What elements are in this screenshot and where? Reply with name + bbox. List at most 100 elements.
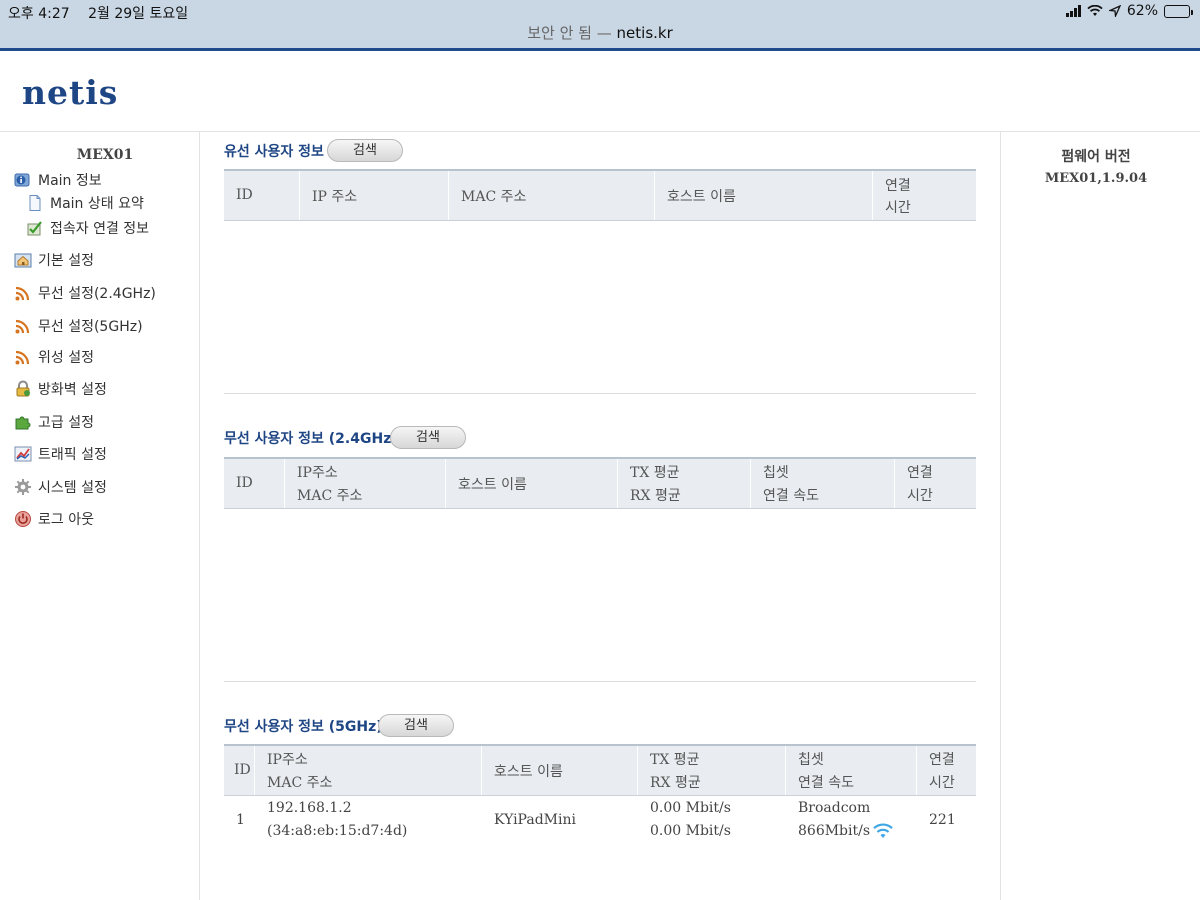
col-ip-mac: IP주소 MAC 주소 [285, 459, 446, 508]
wired-section-title: 유선 사용자 정보 [224, 144, 324, 160]
sidebar-item-label: 시스템 설정 [38, 480, 107, 496]
col-time: 연결 시간 [873, 171, 976, 220]
col-label: RX 평균 [630, 488, 681, 504]
sidebar-item-label: 방화벽 설정 [38, 382, 107, 398]
col-label: 시간 [929, 775, 955, 791]
col-label: TX 평균 [650, 752, 700, 768]
wireless24-table: ID IP주소 MAC 주소 호스트 이름 TX 평균 RX 평균 칩셋 연결 … [224, 457, 976, 509]
wireless24-section-title: 무선 사용자 정보 (2.4GHz) [224, 431, 398, 447]
sidebar-item-label: 고급 설정 [38, 415, 94, 431]
power-icon [14, 510, 32, 528]
sidebar-item-label: Main 정보 [38, 173, 102, 189]
sidebar-item-traffic[interactable]: 트래픽 설정 [14, 444, 107, 464]
sidebar-item-basic-settings[interactable]: 기본 설정 [14, 250, 94, 270]
col-label: 연결 속도 [798, 775, 854, 791]
sidebar: MEX01 Main 정보 Main 상태 요약 접속자 연결 정보 기본 설정… [0, 132, 200, 900]
address-bar[interactable]: 보안 안 됨 — netis.kr [0, 22, 1200, 43]
section-divider [224, 393, 976, 394]
status-date: 2월 29일 토요일 [88, 6, 189, 22]
sidebar-item-wireless-24[interactable]: 무선 설정(2.4GHz) [14, 283, 156, 303]
wireless5-section-title: 무선 사용자 정보 (5GHz) [224, 719, 383, 735]
cell-speed: 866Mbit/s [798, 823, 894, 839]
col-label: 시간 [885, 200, 911, 216]
sidebar-item-label: 로그 아웃 [38, 512, 94, 528]
cell-time: 221 [929, 812, 956, 828]
speed-value: 866Mbit/s [798, 823, 871, 839]
sidebar-item-satellite[interactable]: 위성 설정 [14, 347, 94, 367]
col-label: 연결 [885, 178, 911, 194]
netis-logo[interactable]: netis [22, 73, 118, 112]
col-label: TX 평균 [630, 465, 680, 481]
firmware-version: MEX01,1.9.04 [1044, 171, 1148, 186]
firmware-title: 펌웨어 버전 [1061, 149, 1131, 165]
table-header: ID IP주소 MAC 주소 호스트 이름 TX 평균 RX 평균 칩셋 연결 … [224, 746, 976, 796]
wireless24-search-button[interactable]: 검색 [390, 426, 466, 449]
col-label: RX 평균 [650, 775, 701, 791]
col-traffic: TX 평균 RX 평균 [618, 459, 751, 508]
sidebar-item-label: 트래픽 설정 [38, 447, 107, 463]
sidebar-item-label: 위성 설정 [38, 350, 94, 366]
info-icon [14, 171, 32, 189]
cell-rx: 0.00 Mbit/s [650, 823, 731, 839]
col-label: MAC 주소 [297, 488, 363, 504]
sidebar-item-wireless-5[interactable]: 무선 설정(5GHz) [14, 316, 143, 336]
battery-icon [1164, 4, 1193, 18]
col-host: 호스트 이름 [446, 459, 618, 508]
cell-ip: 192.168.1.2 [267, 800, 352, 816]
col-label: 연결 [907, 465, 933, 481]
sidebar-item-firewall[interactable]: 방화벽 설정 [14, 379, 107, 399]
lock-icon [14, 380, 32, 398]
col-label: 연결 [929, 752, 955, 768]
col-label: 호스트 이름 [667, 189, 736, 205]
sidebar-item-label: 무선 설정(5GHz) [38, 319, 143, 335]
home-icon [14, 251, 32, 269]
col-ip-mac: IP주소 MAC 주소 [255, 746, 482, 795]
gear-icon [14, 478, 32, 496]
sidebar-item-main-summary[interactable]: Main 상태 요약 [26, 193, 144, 213]
wired-search-button[interactable]: 검색 [327, 139, 403, 162]
cell-host: KYiPadMini [494, 812, 576, 828]
rss-icon [14, 317, 32, 335]
table-header: ID IP 주소 MAC 주소 호스트 이름 연결 시간 [224, 171, 976, 221]
location-arrow-icon [1108, 5, 1121, 17]
document-icon [26, 194, 44, 212]
sidebar-item-main-info[interactable]: Main 정보 [14, 170, 102, 190]
ios-status-bar: 오후 4:27 2월 29일 토요일 62% 보안 안 됨 — netis.kr [0, 0, 1200, 48]
sidebar-item-system[interactable]: 시스템 설정 [14, 477, 107, 497]
checklist-icon [26, 219, 44, 237]
cellular-signal-icon [1065, 5, 1081, 17]
col-label: ID [234, 762, 251, 778]
col-time: 연결 시간 [917, 746, 976, 795]
col-label: 연결 속도 [763, 488, 819, 504]
col-label: MAC 주소 [267, 775, 333, 791]
url-host: netis.kr [616, 24, 673, 42]
wireless5-search-button[interactable]: 검색 [378, 714, 454, 737]
sidebar-item-client-info[interactable]: 접속자 연결 정보 [26, 218, 149, 238]
table-header: ID IP주소 MAC 주소 호스트 이름 TX 평균 RX 평균 칩셋 연결 … [224, 459, 976, 509]
col-ip: IP 주소 [300, 171, 449, 220]
sidebar-item-logout[interactable]: 로그 아웃 [14, 509, 94, 529]
col-mac: MAC 주소 [449, 171, 655, 220]
wifi-icon [1087, 5, 1103, 16]
col-label: IP주소 [267, 752, 308, 768]
col-time: 연결 시간 [895, 459, 976, 508]
status-time: 오후 4:27 [8, 6, 70, 22]
col-label: IP 주소 [312, 189, 358, 205]
wifi-signal-icon [873, 823, 893, 838]
col-chipset: 칩셋 연결 속도 [751, 459, 895, 508]
col-traffic: TX 평균 RX 평균 [638, 746, 786, 795]
col-label: 호스트 이름 [458, 477, 527, 493]
col-id: ID [224, 746, 255, 795]
sidebar-item-advanced[interactable]: 고급 설정 [14, 412, 94, 432]
cell-chipset: Broadcom [798, 800, 871, 816]
col-label: ID [236, 187, 253, 203]
puzzle-icon [14, 413, 32, 431]
col-host: 호스트 이름 [482, 746, 638, 795]
device-name: MEX01 [76, 147, 134, 163]
col-label: 시간 [907, 488, 933, 504]
sidebar-item-label: 무선 설정(2.4GHz) [38, 286, 156, 302]
col-label: ID [236, 475, 253, 491]
col-label: 칩셋 [798, 752, 824, 768]
page-header: netis [0, 51, 1200, 132]
col-label: MAC 주소 [461, 189, 527, 205]
